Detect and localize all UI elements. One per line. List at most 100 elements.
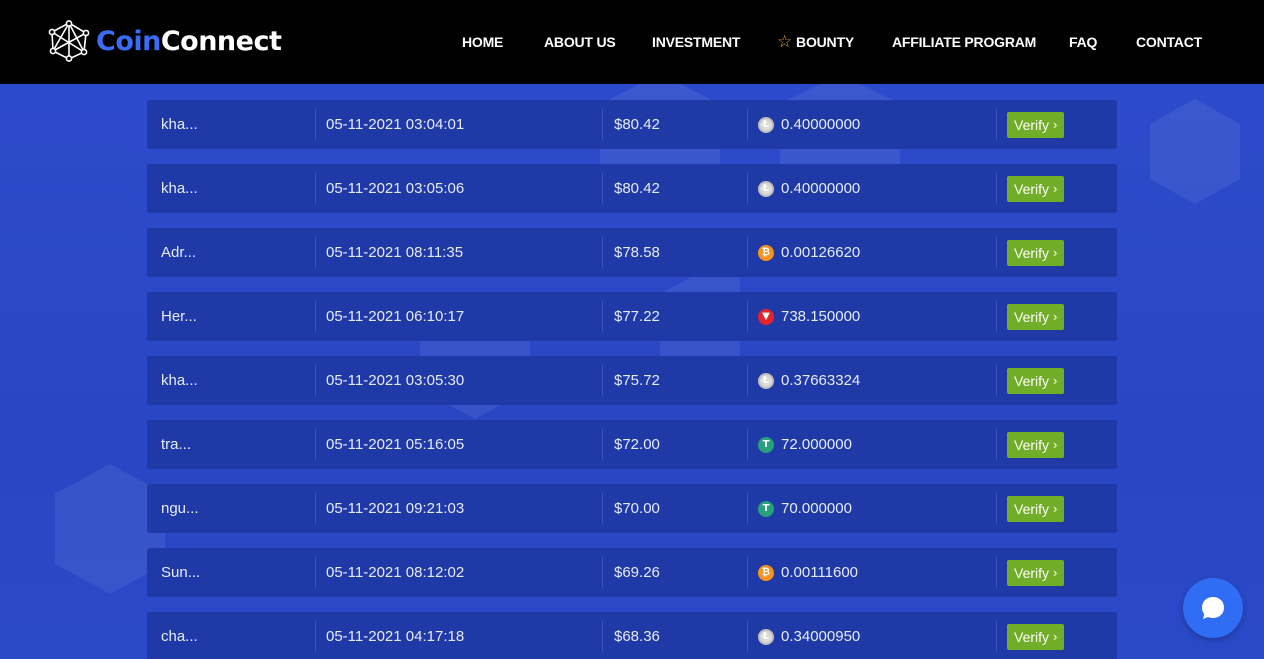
nav-affiliate-program[interactable]: AFFILIATE PROGRAM (892, 34, 1036, 50)
user-name: kha... (161, 372, 198, 389)
verify-label: Verify (1014, 564, 1050, 581)
transaction-row: Her... 05-11-2021 06:10:17 $77.22 ▼ 738.1500… (147, 292, 1117, 341)
verify-cell: Verify › (1007, 612, 1065, 659)
user-name: Sun... (161, 564, 201, 581)
crypto-amount-cell: T 72.000000 (758, 420, 852, 469)
column-divider (602, 621, 603, 652)
transaction-date: 05-11-2021 08:12:02 (326, 564, 465, 581)
nav-about-us[interactable]: ABOUT US (544, 34, 616, 50)
column-divider (602, 301, 603, 332)
nav-bounty[interactable]: ☆ BOUNTY (777, 32, 854, 51)
transaction-date: 05-11-2021 06:10:17 (326, 308, 465, 325)
column-divider (996, 173, 997, 204)
column-divider (602, 237, 603, 268)
crypto-amount-cell: Ł 0.40000000 (758, 164, 860, 213)
nav-home[interactable]: HOME (462, 34, 503, 50)
transaction-row: ngu... 05-11-2021 09:21:03 $70.00 T 70.00000… (147, 484, 1117, 533)
transaction-date: 05-11-2021 03:04:01 (326, 116, 465, 133)
transaction-date: 05-11-2021 05:16:05 (326, 436, 465, 453)
chat-bubble-icon (1202, 597, 1224, 619)
litecoin-icon: Ł (758, 372, 774, 389)
column-divider (996, 493, 997, 524)
chevron-right-icon: › (1053, 501, 1058, 516)
chevron-right-icon: › (1053, 373, 1058, 388)
verify-button[interactable]: Verify › (1007, 367, 1065, 394)
star-icon: ☆ (777, 32, 793, 51)
tron-icon: ▼ (758, 308, 774, 325)
crypto-amount: 738.150000 (781, 308, 861, 325)
verify-label: Verify (1014, 372, 1050, 389)
user-name: tra... (161, 436, 192, 453)
usd-amount: $80.42 (614, 180, 660, 197)
user-name: kha... (161, 180, 198, 197)
user-name: cha... (161, 628, 198, 645)
chevron-right-icon: › (1053, 117, 1058, 132)
tether-icon: T (758, 436, 774, 453)
crypto-amount-cell: Ł 0.37663324 (758, 356, 860, 405)
chat-button[interactable] (1183, 578, 1243, 638)
verify-button[interactable]: Verify › (1007, 559, 1065, 586)
crypto-amount: 0.00111600 (781, 564, 859, 581)
column-divider (996, 365, 997, 396)
column-divider (602, 173, 603, 204)
litecoin-icon: Ł (758, 628, 774, 645)
verify-label: Verify (1014, 628, 1050, 645)
nav-faq[interactable]: FAQ (1069, 34, 1097, 50)
column-divider (996, 557, 997, 588)
transaction-row: cha... 05-11-2021 04:17:18 $68.36 Ł 0.340009… (147, 612, 1117, 659)
column-divider (315, 493, 316, 524)
verify-cell: Verify › (1007, 228, 1065, 277)
chevron-right-icon: › (1053, 629, 1058, 644)
verify-button[interactable]: Verify › (1007, 239, 1065, 266)
transaction-row: Adr... 05-11-2021 08:11:35 $78.58 ₿ 0.001266… (147, 228, 1117, 277)
column-divider (747, 429, 748, 460)
transaction-row: kha... 05-11-2021 03:05:06 $80.42 Ł 0.400000… (147, 164, 1117, 213)
column-divider (996, 237, 997, 268)
column-divider (996, 621, 997, 652)
crypto-amount: 0.37663324 (781, 372, 861, 389)
verify-button[interactable]: Verify › (1007, 495, 1065, 522)
verify-cell: Verify › (1007, 292, 1065, 341)
chevron-right-icon: › (1053, 309, 1058, 324)
crypto-amount-cell: Ł 0.40000000 (758, 100, 860, 149)
usd-amount: $70.00 (614, 500, 660, 517)
main-nav: HOME ABOUT US INVESTMENT ☆ BOUNTY AFFILI… (0, 0, 1264, 84)
column-divider (996, 109, 997, 140)
litecoin-icon: Ł (758, 180, 774, 197)
user-name: kha... (161, 116, 198, 133)
crypto-amount: 0.40000000 (781, 116, 861, 133)
column-divider (747, 365, 748, 396)
nav-investment[interactable]: INVESTMENT (652, 34, 740, 50)
crypto-amount: 72.000000 (781, 436, 852, 453)
verify-label: Verify (1014, 180, 1050, 197)
chevron-right-icon: › (1053, 245, 1058, 260)
user-name: Her... (161, 308, 197, 325)
litecoin-icon: Ł (758, 116, 774, 133)
verify-cell: Verify › (1007, 356, 1065, 405)
tether-icon: T (758, 500, 774, 517)
verify-label: Verify (1014, 500, 1050, 517)
verify-button[interactable]: Verify › (1007, 303, 1065, 330)
verify-button[interactable]: Verify › (1007, 623, 1065, 650)
verify-button[interactable]: Verify › (1007, 431, 1065, 458)
chevron-right-icon: › (1053, 181, 1058, 196)
usd-amount: $77.22 (614, 308, 660, 325)
verify-label: Verify (1014, 308, 1050, 325)
transaction-date: 05-11-2021 03:05:06 (326, 180, 465, 197)
column-divider (315, 237, 316, 268)
column-divider (602, 493, 603, 524)
chevron-right-icon: › (1053, 437, 1058, 452)
verify-cell: Verify › (1007, 420, 1065, 469)
column-divider (315, 173, 316, 204)
column-divider (602, 109, 603, 140)
transaction-date: 05-11-2021 09:21:03 (326, 500, 465, 517)
transaction-row: tra... 05-11-2021 05:16:05 $72.00 T 72.00000… (147, 420, 1117, 469)
crypto-amount-cell: ₿ 0.00111600 (758, 548, 858, 597)
user-name: ngu... (161, 500, 199, 517)
crypto-amount-cell: T 70.000000 (758, 484, 852, 533)
nav-contact[interactable]: CONTACT (1136, 34, 1202, 50)
verify-button[interactable]: Verify › (1007, 175, 1065, 202)
verify-button[interactable]: Verify › (1007, 111, 1065, 138)
crypto-amount-cell: ▼ 738.150000 (758, 292, 860, 341)
crypto-amount: 0.40000000 (781, 180, 861, 197)
